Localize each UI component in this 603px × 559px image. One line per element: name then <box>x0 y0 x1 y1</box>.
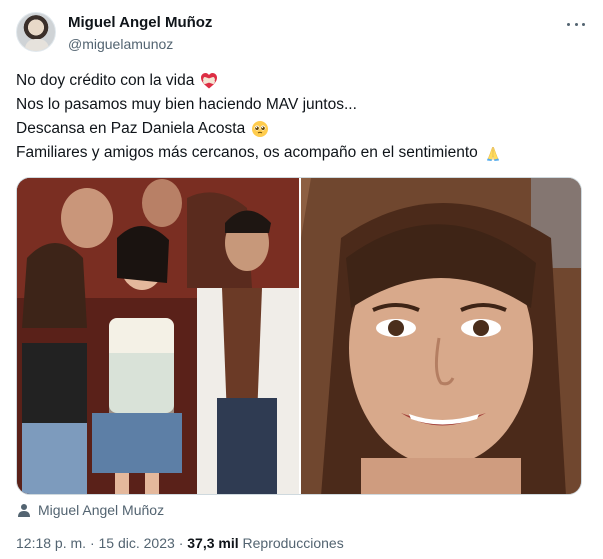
more-horizontal-icon[interactable] <box>565 14 587 34</box>
views-count: 37,3 mil <box>187 535 239 551</box>
group-photo[interactable] <box>17 178 299 494</box>
meta-separator: · <box>178 535 184 551</box>
tweet-line: Nos lo pasamos muy bien haciendo MAV jun… <box>16 93 586 117</box>
tweet-header: Miguel Angel Muñoz @miguelamunoz <box>16 12 587 56</box>
heart-bandage-icon <box>201 73 218 89</box>
person-icon <box>18 504 30 517</box>
media-container <box>16 177 582 495</box>
views-label: Reproducciones <box>242 535 344 551</box>
author-avatar[interactable] <box>16 12 56 52</box>
tweet-text: No doy crédito con la vida Nos lo pasamo… <box>16 69 586 165</box>
tweet-date[interactable]: 15 dic. 2023 <box>99 535 175 551</box>
tweet-line: Descansa en Paz Daniela Acosta <box>16 117 586 141</box>
portrait-photo[interactable] <box>301 178 581 494</box>
folded-hands-icon <box>486 146 499 161</box>
tweet-time[interactable]: 12:18 p. m. <box>16 535 86 551</box>
tweet-line-text: Nos lo pasamos muy bien haciendo MAV jun… <box>16 96 357 113</box>
tweet-line-text: Familiares y amigos más cercanos, os aco… <box>16 144 478 161</box>
tweet-line: No doy crédito con la vida <box>16 69 586 93</box>
tweet-line-text: Descansa en Paz Daniela Acosta <box>16 120 246 137</box>
pleading-face-icon <box>252 121 269 137</box>
tweet-meta: 12:18 p. m. · 15 dic. 2023 · 37,3 mil Re… <box>16 535 344 551</box>
author-handle[interactable]: @miguelamunoz <box>68 36 173 52</box>
tweet-line-text: No doy crédito con la vida <box>16 72 195 89</box>
meta-separator: · <box>89 535 95 551</box>
media-tag[interactable]: Miguel Angel Muñoz <box>16 500 164 520</box>
tagged-user-name: Miguel Angel Muñoz <box>38 502 165 518</box>
tweet-line: Familiares y amigos más cercanos, os aco… <box>16 141 586 165</box>
author-name[interactable]: Miguel Angel Muñoz <box>68 14 212 31</box>
